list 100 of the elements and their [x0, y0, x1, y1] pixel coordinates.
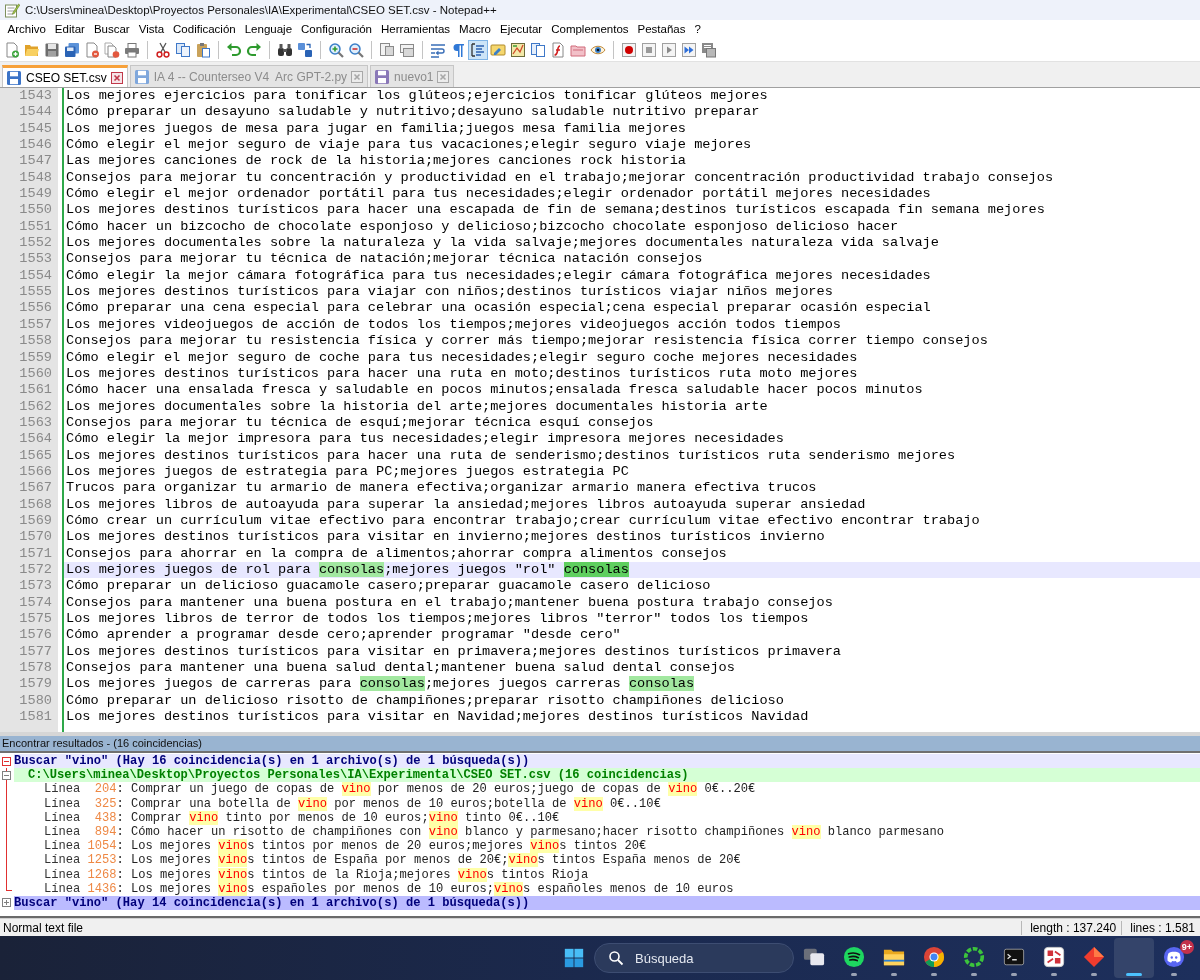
menu-item[interactable]: Codificación — [168, 22, 241, 36]
result-text[interactable]: : Los mejores vinos tintos por menos de 20 euros;mejores vinos tintos 20€ — [116, 839, 647, 854]
indent-guide-button[interactable] — [468, 39, 488, 60]
result-text[interactable]: : Comprar vino tinto por menos de 10 euros;vino tinto 0€..10€ — [116, 810, 560, 825]
taskbar-button[interactable]: 9+ — [1154, 938, 1194, 978]
line-number: 1570 — [18, 529, 53, 546]
line-number: 1581 — [18, 709, 53, 726]
menu-item[interactable]: Pestañas — [633, 22, 690, 36]
line-number: 1557 — [18, 316, 53, 334]
code-line: Cómo elegir la mejor cámara fotográfica para tus necesidades;elegir cámara fotográfica mejores necesidades — [65, 267, 931, 285]
result-text[interactable]: : Cómo hacer un risotto de champiñones con vino blanco y parmesano;hacer risotto champiñones vino blanco parmesano — [116, 824, 944, 840]
result-text[interactable]: : Los mejores vinos españoles por menos de 10 euros;vinos españoles menos de 10 euros — [116, 881, 734, 896]
code-line: Cómo preparar una cena especial para celebrar una ocasión especial;cena especial preparar ocasión especial — [65, 300, 931, 317]
line-number: 1564 — [18, 431, 53, 448]
code-line: Los mejores destinos turísticos para hacer una ruta de senderismo;destinos turísticos ruta senderismo mejores — [65, 447, 956, 464]
file-path[interactable]: C:\Users\minea\Desktop\Proyectos Personales\IA\Experimental\CSEO SET.csv (16 coincidencias) — [14, 768, 1200, 783]
diamond-icon — [1083, 946, 1105, 968]
result-line-number: 1054 — [87, 839, 117, 854]
code-line: Cómo preparar un delicioso guacamole casero;preparar guacamole casero delicioso — [65, 578, 711, 595]
line-number: 1558 — [18, 333, 53, 350]
code-line: Los mejores destinos turísticos para visitar en Navidad;mejores destinos turísticos Navidad — [65, 709, 809, 726]
menu-item[interactable]: Buscar — [89, 22, 135, 36]
code-line: Consejos para ahorrar en la compra de alimentos;ahorrar compra alimentos consejos — [65, 545, 727, 562]
line-number: 1556 — [18, 300, 53, 317]
menu-item[interactable]: Configuración — [296, 22, 377, 36]
line-number: 1555 — [18, 284, 53, 301]
code-line: Los mejores ejercicios para tonificar los glúteos;ejercicios tonificar glúteos mejores — [65, 88, 768, 105]
result-text[interactable]: : Los mejores vinos tintos de España por menos de 20€;vinos tintos España menos de 20€ — [116, 853, 741, 868]
status-file-type: Normal text file — [2, 920, 85, 935]
code-line: Cómo aprender a programar desde cero;aprender programar "desde cero" — [65, 627, 621, 644]
page-minus-icon — [84, 41, 100, 58]
result-line-number: 325 — [93, 796, 117, 811]
circle-waves-icon — [843, 946, 865, 968]
menu-item[interactable]: Vista — [134, 22, 169, 36]
printer-icon — [124, 41, 140, 58]
code-line: Los mejores libros de autoayuda para superar la ansiedad;mejores libros autoayuda superar ansiedad — [65, 496, 866, 513]
menu-item[interactable]: Complementos — [546, 22, 634, 36]
code-line: Cómo preparar un desayuno saludable y nutritivo;desayuno saludable nutritivo preparar — [65, 104, 760, 121]
code-line: Los mejores juegos de mesa para jugar en familia;juegos mesa familia mejores — [65, 120, 686, 138]
line-number: 1580 — [18, 692, 53, 710]
result-text[interactable]: : Los mejores vinos tintos de la Rioja;mejores vinos tintos Rioja — [116, 867, 589, 882]
notepad-pen-icon — [490, 41, 506, 58]
line-number: 1545 — [18, 120, 53, 138]
close-all-button[interactable] — [102, 39, 122, 60]
scissors-icon — [155, 41, 171, 58]
line-number: 1573 — [18, 578, 53, 595]
search-summary[interactable]: Buscar "vino" (Hay 14 coincidencia(s) en 1 archivo(s) de 1 búsqueda(s)) — [14, 895, 1200, 911]
squares-arrow-icon — [297, 41, 313, 58]
menu-item[interactable]: ? — [690, 22, 706, 36]
menu-item[interactable]: Lenguaje — [240, 22, 297, 36]
menu-item[interactable]: Herramientas — [376, 22, 455, 36]
result-line-number: 1268 — [87, 867, 117, 882]
code-line: Los mejores destinos turísticos para hacer una ruta en moto;destinos turísticos ruta moto mejores — [65, 365, 858, 383]
line-number: 1552 — [18, 235, 53, 252]
result-text[interactable]: : Comprar una botella de vino por menos de 10 euros;botella de vino 0€..10€ — [116, 796, 661, 811]
menu-item[interactable]: Archivo — [3, 22, 51, 36]
menu-item[interactable]: Macro — [454, 22, 496, 36]
line-number: 1562 — [18, 398, 53, 415]
status-lines: lines : 1.581 — [1121, 920, 1200, 935]
overlapping-squares-icon — [803, 946, 825, 968]
code-line: Los mejores destinos turísticos para viajar con niños;destinos turísticos viajar niños mejores — [65, 284, 833, 301]
code-line: Consejos para mejorar tu resistencia física y correr más tiempo;mejorar resistencia física correr tiempo consejos — [65, 333, 988, 350]
line-number: 1546 — [18, 137, 53, 154]
code-line: Los mejores documentales sobre la naturaleza y la vida salvaje;mejores documentales naturaleza vida salvaje — [65, 235, 939, 252]
line-number: 1579 — [18, 676, 53, 693]
code-line: Los mejores destinos turísticos para visitar en invierno;mejores destinos turísticos invierno — [65, 529, 825, 546]
close-icon — [437, 70, 450, 83]
line-label: Línea — [44, 810, 81, 825]
line-number: 1568 — [18, 496, 53, 513]
code-line: Cómo hacer una ensalada fresca y saludable en pocos minutos;ensalada fresca saludable hacer pocos minutos — [65, 382, 923, 399]
code-line: Cómo elegir el mejor seguro de viaje para tus vacaciones;elegir seguro viaje mejores — [65, 137, 752, 154]
line-label: Línea — [44, 824, 81, 840]
zoom-out-icon — [348, 41, 364, 58]
wrap-lines-icon — [430, 41, 446, 58]
notepad-icon — [4, 2, 20, 18]
line-number: 1575 — [18, 611, 53, 628]
line-number: 1560 — [18, 365, 53, 383]
line-number: 1554 — [18, 267, 53, 285]
result-line-number: 1253 — [87, 853, 117, 868]
line-number: 1551 — [18, 218, 53, 236]
app-tile-icon — [1043, 946, 1065, 968]
tab[interactable]: CSEO SET.csv — [2, 65, 128, 87]
fast-forward-icon — [681, 41, 697, 58]
code-line: Cómo hacer un bizcocho de chocolate esponjoso y delicioso;bizcocho chocolate esponjoso delicioso hacer — [65, 218, 899, 236]
line-number: 1567 — [18, 480, 53, 497]
page-curve-icon — [550, 41, 566, 58]
menu-item[interactable]: Editar — [50, 22, 90, 36]
code-line: Trucos para organizar tu armario de manera efectiva;organizar armario manera efectiva trucos — [65, 480, 817, 497]
search-icon — [608, 950, 624, 966]
code-line: Los mejores destinos turísticos para visitar en primavera;mejores destinos turísticos primavera — [65, 643, 841, 661]
close-icon — [110, 71, 123, 84]
menu-item[interactable]: Ejecutar — [495, 22, 547, 36]
search-summary[interactable]: Buscar "vino" (Hay 16 coincidencia(s) en 1 archivo(s) de 1 búsqueda(s)) — [14, 754, 1200, 769]
line-chart-page-icon — [510, 41, 526, 58]
close-icon — [351, 70, 364, 83]
result-text[interactable]: : Comprar un juego de copas de vino por menos de 20 euros;juego de copas de vino 0€..20€ — [116, 782, 756, 797]
status-length: length : 137.240 — [1021, 920, 1122, 935]
line-number: 1549 — [18, 186, 53, 203]
code-line: Los mejores juegos de estrategia para PC;mejores juegos estrategia PC — [65, 463, 629, 481]
search-field[interactable]: Búsqueda — [594, 943, 794, 973]
